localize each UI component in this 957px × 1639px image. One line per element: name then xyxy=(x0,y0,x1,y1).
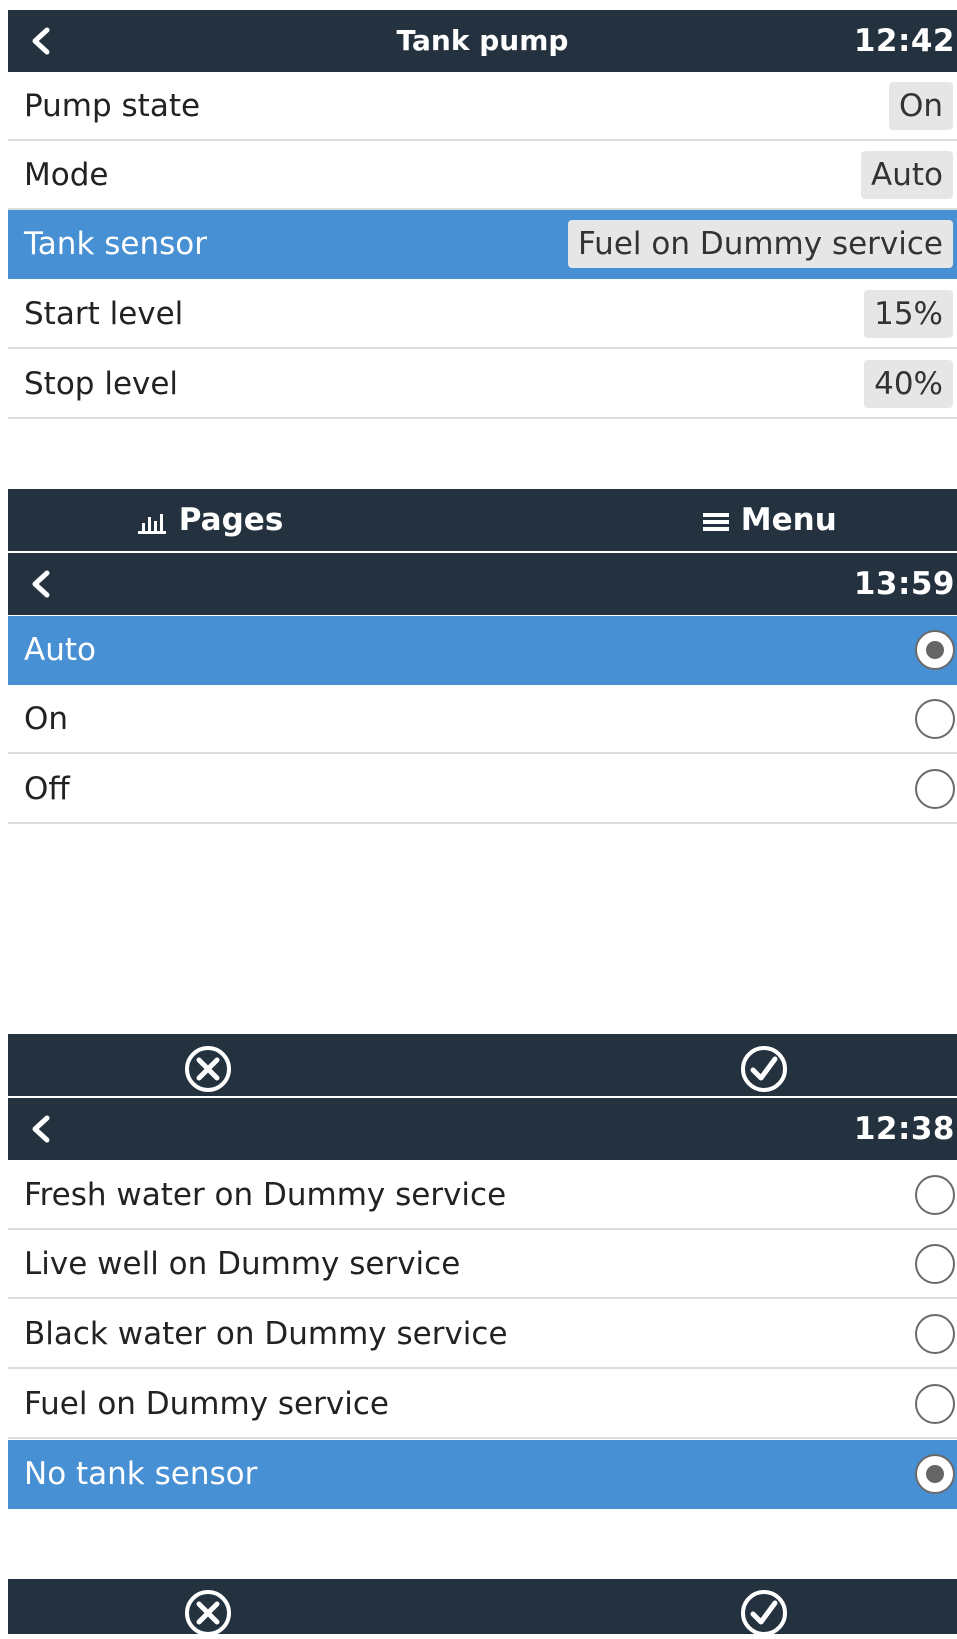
start-level-row[interactable]: Start level 15% xyxy=(8,280,957,349)
check-circle-icon[interactable] xyxy=(738,1043,790,1095)
pages-button[interactable]: Pages xyxy=(136,489,283,551)
radio-button[interactable] xyxy=(915,769,955,809)
mode-row[interactable]: Mode Auto xyxy=(8,141,957,210)
option-label: Auto xyxy=(24,632,96,668)
action-bar xyxy=(8,1034,957,1096)
row-value: On xyxy=(888,82,953,130)
option-label: On xyxy=(24,701,69,737)
option-no-tank-sensor[interactable]: No tank sensor xyxy=(8,1440,957,1509)
radio-button[interactable] xyxy=(915,630,955,670)
row-value: 40% xyxy=(864,360,953,408)
tank-sensor-row[interactable]: Tank sensor Fuel on Dummy service xyxy=(8,210,957,279)
option-black-water[interactable]: Black water on Dummy service xyxy=(8,1300,957,1369)
header-bar: Tank pump 12:42 xyxy=(8,10,957,72)
radio-button[interactable] xyxy=(915,1175,955,1215)
clock: 12:42 xyxy=(853,23,955,59)
row-label: Pump state xyxy=(24,88,201,124)
cancel-circle-icon[interactable] xyxy=(182,1043,234,1095)
row-value: Fuel on Dummy service xyxy=(568,220,953,268)
menu-button[interactable]: Menu xyxy=(702,489,837,551)
bar-chart-icon xyxy=(138,513,166,534)
option-label: Live well on Dummy service xyxy=(24,1246,461,1282)
option-label: Fresh water on Dummy service xyxy=(24,1177,507,1213)
radio-button[interactable] xyxy=(915,1244,955,1284)
row-label: Stop level xyxy=(24,366,179,402)
option-on[interactable]: On xyxy=(8,685,957,754)
header-bar: 13:59 xyxy=(8,553,957,615)
pages-label: Pages xyxy=(178,502,284,538)
row-label: Start level xyxy=(24,296,184,332)
row-label: Tank sensor xyxy=(24,226,207,262)
bottom-nav-bar: Pages Menu xyxy=(8,489,957,551)
radio-button[interactable] xyxy=(915,1454,955,1494)
option-off[interactable]: Off xyxy=(8,755,957,824)
back-arrow-icon[interactable] xyxy=(24,567,58,601)
radio-button[interactable] xyxy=(915,1384,955,1424)
option-label: No tank sensor xyxy=(24,1456,258,1492)
pump-state-row[interactable]: Pump state On xyxy=(8,72,957,141)
clock: 12:38 xyxy=(853,1111,955,1147)
hamburger-icon xyxy=(703,512,729,531)
row-value: Auto xyxy=(861,151,953,199)
header-bar: 12:38 xyxy=(8,1098,957,1160)
option-fuel[interactable]: Fuel on Dummy service xyxy=(8,1370,957,1439)
radio-button[interactable] xyxy=(915,699,955,739)
option-live-well[interactable]: Live well on Dummy service xyxy=(8,1230,957,1299)
option-label: Fuel on Dummy service xyxy=(24,1386,389,1422)
back-arrow-icon[interactable] xyxy=(24,1112,58,1146)
row-label: Mode xyxy=(24,157,109,193)
action-bar xyxy=(8,1579,957,1636)
stop-level-row[interactable]: Stop level 40% xyxy=(8,350,957,419)
option-fresh-water[interactable]: Fresh water on Dummy service xyxy=(8,1161,957,1230)
radio-button[interactable] xyxy=(915,1314,955,1354)
check-circle-icon[interactable] xyxy=(738,1587,790,1639)
menu-label: Menu xyxy=(740,502,837,538)
row-value: 15% xyxy=(864,290,953,338)
option-label: Black water on Dummy service xyxy=(24,1316,508,1352)
option-auto[interactable]: Auto xyxy=(8,616,957,685)
option-label: Off xyxy=(24,771,70,807)
clock: 13:59 xyxy=(853,566,955,602)
page-title: Tank pump xyxy=(396,24,569,57)
cancel-circle-icon[interactable] xyxy=(182,1587,234,1639)
